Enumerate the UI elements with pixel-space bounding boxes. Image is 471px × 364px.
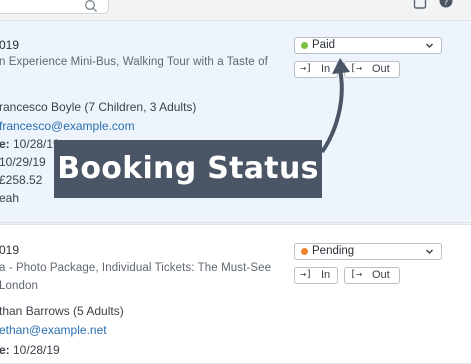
status-dot (301, 42, 308, 49)
tour-location: London (0, 280, 38, 292)
status-select[interactable]: Pending (294, 243, 442, 260)
sign-out-icon: [→ (350, 269, 363, 280)
tour-name[interactable]: a - Photo Package, Individual Tickets: T… (0, 262, 271, 274)
check-out-label: Out (372, 63, 390, 75)
date-label: e: (0, 137, 10, 151)
callout-label: Booking Status (57, 151, 319, 186)
check-in-button[interactable]: →] In (294, 267, 338, 284)
chevron-down-icon (426, 249, 433, 254)
check-out-label: Out (372, 269, 390, 281)
sign-in-icon: →] (300, 63, 313, 74)
booking-date: 019 (0, 243, 20, 257)
date-value: 10/28/19 (9, 137, 60, 151)
status-value: Pending (312, 245, 355, 257)
tour-name[interactable]: n Experience Mini-Bus, Walking Tour with… (0, 56, 268, 68)
sign-in-icon: →] (300, 269, 313, 280)
note-text: eah (0, 191, 20, 205)
date-row: e: 10/28/19 (0, 137, 60, 151)
booking-date: 019 (0, 38, 20, 52)
check-out-button[interactable]: [→ Out (344, 267, 400, 284)
customer-email[interactable]: ethan@example.net (0, 323, 107, 337)
customer-name: than Barrows (5 Adults) (0, 304, 124, 318)
price: £258.52 (0, 173, 43, 187)
date-row: e: 10/28/19 (0, 343, 60, 357)
status-select[interactable]: Paid (294, 37, 442, 54)
check-in-button[interactable]: →] In (294, 61, 338, 78)
help-icon[interactable]: ? (439, 0, 453, 10)
date-label: e: (0, 343, 10, 357)
status-value: Paid (312, 39, 336, 51)
booking-card[interactable]: 019 a - Photo Package, Individual Ticket… (0, 224, 471, 364)
check-out-button[interactable]: [→ Out (344, 61, 400, 78)
search-icon (85, 0, 98, 13)
customer-name: rancesco Boyle (7 Children, 3 Adults) (0, 100, 197, 114)
chevron-down-icon (426, 43, 433, 48)
search-input[interactable] (0, 0, 109, 14)
end-date: 10/29/19 (0, 155, 46, 169)
sign-out-icon: [→ (350, 63, 363, 74)
check-in-label: In (321, 269, 331, 281)
booking-status-callout: Booking Status (54, 140, 322, 198)
status-dot (301, 248, 308, 255)
date-value: 10/28/19 (9, 343, 60, 357)
check-in-label: In (321, 63, 331, 75)
clipboard-icon[interactable] (413, 0, 427, 10)
svg-text:?: ? (444, 0, 448, 7)
customer-email[interactable]: francesco@example.com (0, 119, 135, 133)
top-bar: ? (0, 0, 471, 20)
